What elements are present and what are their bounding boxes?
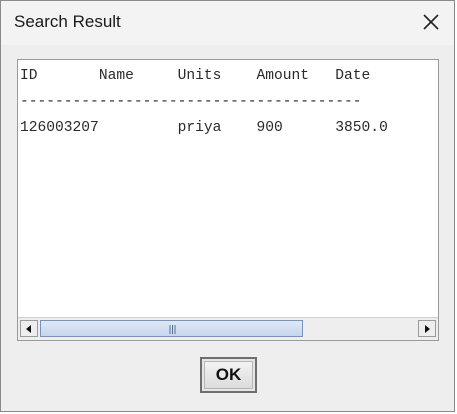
close-icon bbox=[423, 14, 439, 30]
window-title: Search Result bbox=[14, 12, 121, 31]
result-header-line: ID Name Units Amount Date bbox=[20, 68, 371, 84]
thumb-grip-icon bbox=[169, 325, 176, 334]
scroll-left-button[interactable] bbox=[20, 320, 38, 337]
close-button[interactable] bbox=[420, 11, 442, 33]
result-row-line: 126003207 priya 900 3850.0 bbox=[20, 120, 388, 136]
scroll-right-button[interactable] bbox=[418, 320, 436, 337]
ok-button-label: OK bbox=[215, 365, 242, 384]
result-separator-line: --------------------------------------- bbox=[20, 94, 362, 110]
arrow-left-icon bbox=[26, 325, 31, 333]
scroll-track[interactable] bbox=[40, 320, 416, 337]
result-scroll-pane: ID Name Units Amount Date --------------… bbox=[17, 59, 439, 341]
ok-button-face: OK bbox=[204, 361, 253, 389]
search-result-dialog: Search Result ID Name Units Amount Date … bbox=[0, 0, 455, 412]
result-text-area[interactable]: ID Name Units Amount Date --------------… bbox=[18, 60, 438, 318]
title-bar: Search Result bbox=[1, 1, 454, 45]
arrow-right-icon bbox=[425, 325, 430, 333]
scroll-thumb[interactable] bbox=[40, 320, 303, 337]
ok-button[interactable]: OK bbox=[200, 357, 257, 393]
horizontal-scrollbar[interactable] bbox=[18, 317, 438, 340]
